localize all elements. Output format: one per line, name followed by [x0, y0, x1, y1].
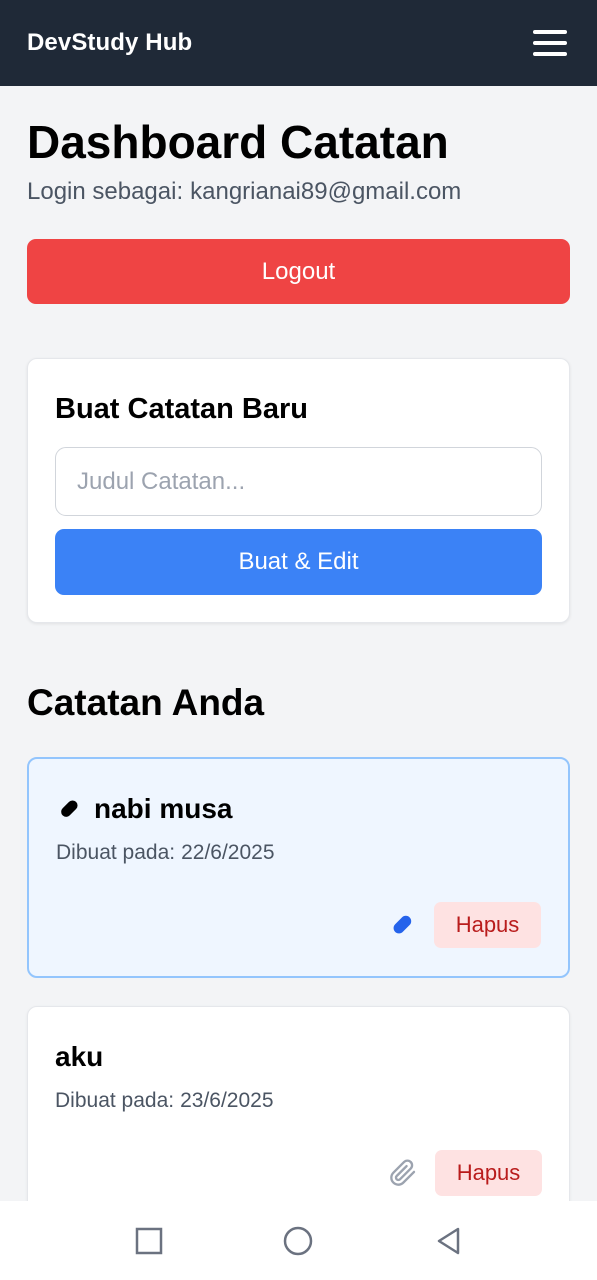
- date-value: 23/6/2025: [180, 1089, 274, 1112]
- create-edit-button[interactable]: Buat & Edit: [55, 529, 542, 595]
- user-email: kangrianai89@gmail.com: [190, 178, 462, 205]
- pin-icon: [56, 796, 82, 822]
- delete-button[interactable]: Hapus: [434, 902, 541, 948]
- back-triangle-icon[interactable]: [430, 1223, 466, 1259]
- login-info: Login sebagai: kangrianai89@gmail.com: [27, 176, 461, 208]
- note-title: nabi musa: [94, 793, 233, 824]
- system-nav-bar: [0, 1201, 597, 1280]
- pin-icon[interactable]: [386, 909, 418, 941]
- note-card[interactable]: nabi musa Dibuat pada: 22/6/2025 Hapus: [27, 757, 570, 978]
- hamburger-menu-icon[interactable]: [533, 30, 567, 56]
- note-date: Dibuat pada: 23/6/2025: [55, 1089, 274, 1113]
- logout-button[interactable]: Logout: [27, 239, 570, 304]
- date-prefix: Dibuat pada:: [56, 841, 176, 864]
- page-title: Dashboard Catatan: [27, 116, 449, 168]
- note-actions: Hapus: [386, 902, 541, 948]
- note-title: aku: [55, 1041, 104, 1072]
- brand-title[interactable]: DevStudy Hub: [27, 29, 192, 57]
- note-title-row: nabi musa: [56, 791, 232, 827]
- paperclip-icon[interactable]: [387, 1157, 419, 1189]
- note-actions: Hapus: [387, 1150, 542, 1196]
- login-label: Login sebagai:: [27, 178, 184, 205]
- note-title-input[interactable]: [55, 447, 542, 516]
- square-icon[interactable]: [131, 1223, 167, 1259]
- new-note-card: Buat Catatan Baru Buat & Edit: [27, 358, 570, 623]
- notes-section-title: Catatan Anda: [27, 682, 265, 723]
- date-prefix: Dibuat pada:: [55, 1089, 175, 1112]
- top-navbar: DevStudy Hub: [0, 0, 597, 86]
- note-title-row: aku: [55, 1039, 103, 1075]
- delete-button[interactable]: Hapus: [435, 1150, 542, 1196]
- circle-icon[interactable]: [280, 1223, 316, 1259]
- date-value: 22/6/2025: [181, 841, 275, 864]
- new-note-title: Buat Catatan Baru: [55, 393, 308, 425]
- note-date: Dibuat pada: 22/6/2025: [56, 841, 275, 865]
